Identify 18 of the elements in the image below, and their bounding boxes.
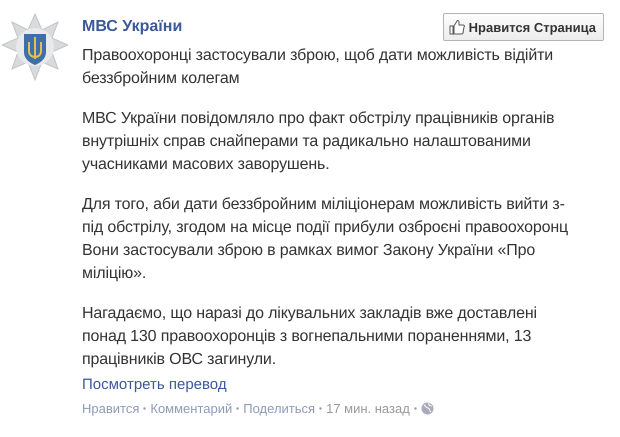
separator-dot bbox=[319, 407, 322, 410]
like-page-button[interactable]: Нравится Страница bbox=[442, 13, 604, 41]
action-link[interactable]: Нравится bbox=[82, 401, 140, 416]
globe-icon[interactable] bbox=[420, 402, 434, 415]
action-link[interactable]: Поделиться bbox=[243, 401, 316, 416]
separator-dot bbox=[236, 407, 240, 410]
emblem-icon bbox=[2, 12, 68, 82]
separator-dot bbox=[143, 407, 146, 410]
post-paragraph: Нагадаємо, що наразі до лікувальних закладів вже доставлені понад 130 правоохоронців з вогнепальними пораненнями, 13 працівників ОВС загинули. bbox=[82, 304, 538, 370]
post-paragraph: МВС України повідомляло про факт обстрілу працівників органів внутрішніх справ снайперами та радикально налаштованими учасниками масових заворушень. bbox=[82, 109, 556, 175]
separator-dot bbox=[414, 407, 417, 410]
page-name[interactable]: МВС України bbox=[82, 18, 182, 36]
post-paragraph: Для того, аби дати беззбройним міліціонерам можливість вийти з- під обстрілу, згодом на місце події прибули озброєні правоохоронц Вони застосували зброю в рамках вимог Закону України «Про міліцію». bbox=[82, 195, 570, 284]
post-paragraph: Правоохоронці застосували зброю, щоб дати можливість відійти беззбройним колегам bbox=[82, 46, 554, 89]
translate-link[interactable]: Посмотреть перевод bbox=[82, 375, 227, 395]
thumbs-up-icon bbox=[448, 19, 465, 35]
timestamp[interactable]: 17 мин. назад bbox=[326, 401, 410, 416]
action-link[interactable]: Комментарий bbox=[150, 401, 232, 416]
